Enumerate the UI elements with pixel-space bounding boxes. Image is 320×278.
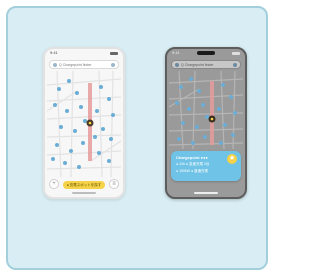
search-placeholder: Q Chargepoint finder xyxy=(59,62,92,67)
search-icon xyxy=(53,62,57,67)
preview-card: 9:41 Q Chargepoint finder + ● 充電スポットを探す … xyxy=(6,6,268,270)
info-card-line-2: ● 150kW ● 普通充電 xyxy=(176,169,209,173)
phone-light-mode: 9:41 Q Chargepoint finder + ● 充電スポットを探す … xyxy=(43,47,125,199)
search-bar[interactable]: Q Chargepoint finder xyxy=(49,60,119,69)
phone-dark-mode: 9:41 Q Chargepoint finder Chargepoint ●●… xyxy=(165,47,247,199)
route-line xyxy=(210,81,214,145)
status-bar: 9:41 xyxy=(167,49,245,57)
find-spot-button[interactable]: ● 充電スポットを探す xyxy=(63,181,105,189)
map-canvas[interactable] xyxy=(47,71,121,177)
search-bar[interactable]: Q Chargepoint finder xyxy=(171,60,241,69)
map-pins xyxy=(175,77,237,145)
info-card-line-1: ● 24h ● 急速充電 2台 xyxy=(176,162,210,166)
map-view[interactable] xyxy=(47,71,121,177)
star-icon[interactable]: ★ xyxy=(227,154,237,164)
signal-icon xyxy=(110,51,118,55)
chargepoint-info-card[interactable]: Chargepoint ●●● ● 24h ● 急速充電 2台 ● 150kW … xyxy=(171,151,241,181)
status-time: 9:41 xyxy=(172,50,180,55)
profile-icon[interactable] xyxy=(233,62,237,67)
profile-icon[interactable] xyxy=(111,62,115,67)
status-bar: 9:41 xyxy=(45,49,123,57)
search-icon xyxy=(175,62,179,67)
signal-icon xyxy=(232,51,240,55)
status-time: 9:41 xyxy=(50,50,58,55)
map-view[interactable] xyxy=(169,71,243,149)
home-indicator xyxy=(72,192,96,194)
map-canvas[interactable] xyxy=(169,71,243,149)
plus-icon[interactable]: + xyxy=(49,179,59,189)
menu-icon[interactable]: ≡ xyxy=(109,179,119,189)
home-indicator xyxy=(194,192,218,194)
search-placeholder: Q Chargepoint finder xyxy=(181,62,214,67)
